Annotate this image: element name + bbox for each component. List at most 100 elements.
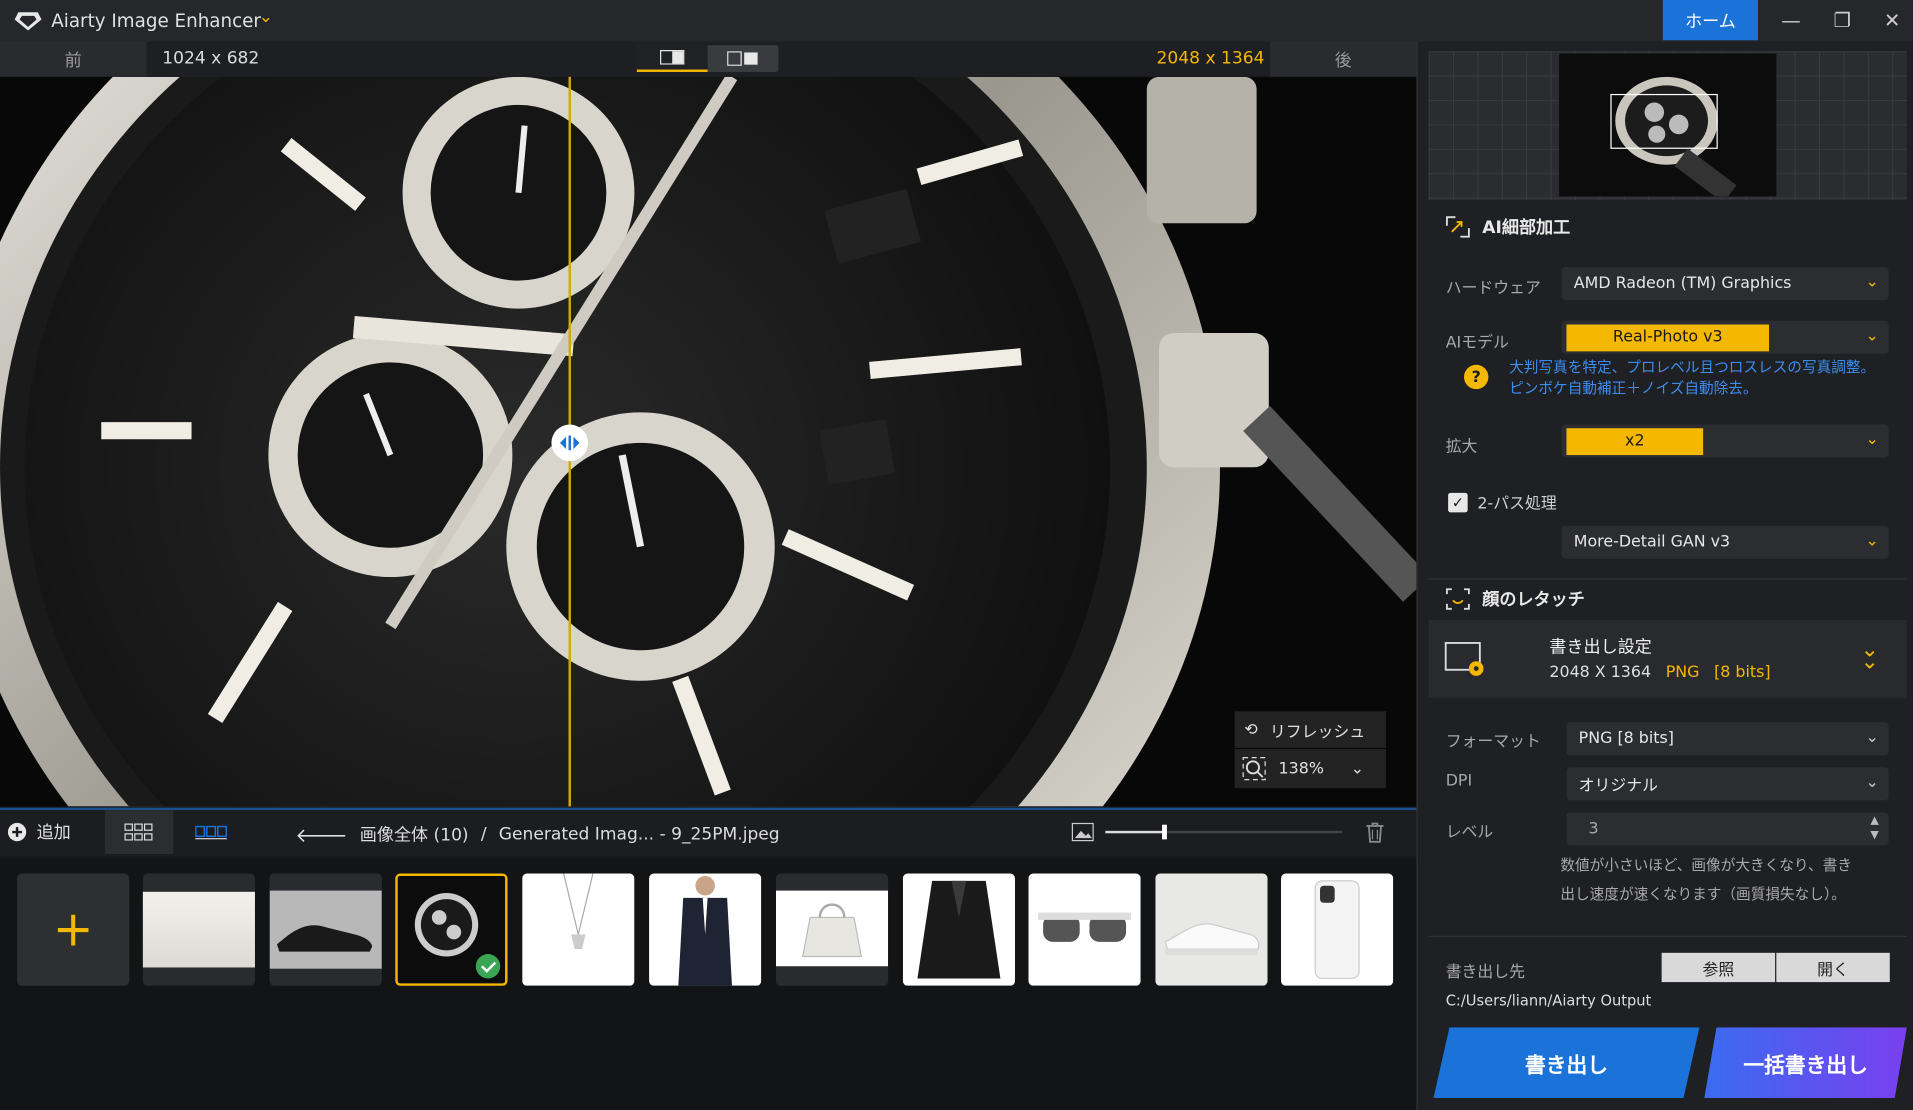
export-settings-icon <box>1444 642 1484 676</box>
refresh-button[interactable]: ⟲ リフレッシュ <box>1234 711 1386 748</box>
settings-panel <box>1416 41 1913 1110</box>
zoom-dropdown[interactable]: 138% ⌄ <box>1234 749 1386 789</box>
split-view-icon[interactable] <box>636 45 708 72</box>
scale-dropdown[interactable]: x2 ⌄ <box>1561 424 1889 458</box>
thumbnail-size-slider[interactable] <box>1071 821 1352 845</box>
minimize-icon[interactable]: — <box>1763 0 1819 40</box>
view-mode-toggle <box>636 45 779 72</box>
format-label: フォーマット <box>1445 733 1541 752</box>
app-menu-chevron-icon[interactable]: ⌄ <box>259 7 273 27</box>
browse-button[interactable]: 参照 <box>1661 952 1776 983</box>
side-by-side-view-icon[interactable] <box>708 45 779 72</box>
chevron-down-icon: ⌄ <box>1865 531 1879 551</box>
destination-path: C:/Users/liann/Aiarty Output <box>1445 991 1652 1009</box>
strip-view-icon[interactable] <box>177 810 245 854</box>
add-label: 追加 <box>36 823 71 844</box>
export-summary: 2048 X 1364 PNG [8 bits] <box>1549 664 1770 682</box>
home-button[interactable]: ホーム <box>1662 0 1759 41</box>
dpi-value: オリジナル <box>1578 777 1658 796</box>
chevron-down-icon: ⌄ <box>1865 728 1879 747</box>
watch-image <box>0 76 1417 807</box>
maximize-icon[interactable]: ❐ <box>1814 0 1870 40</box>
hardware-label: ハードウェア <box>1445 279 1541 298</box>
image-icon <box>1071 822 1094 842</box>
format-value: PNG [8 bits] <box>1578 729 1674 748</box>
back-arrow-icon[interactable]: 🡐 <box>295 822 347 847</box>
ai-model-value: Real-Photo v3 <box>1566 323 1769 351</box>
thumbnail-phone-case[interactable] <box>1281 873 1394 986</box>
two-pass-checkbox[interactable]: ✓ <box>1448 492 1468 512</box>
level-hint-2: 出し速度が速くなります（画質損失なし）。 <box>1560 885 1846 903</box>
ai-detail-section-title[interactable]: AI細部加工 <box>1446 215 1570 239</box>
thumbnail-blank[interactable] <box>142 873 255 986</box>
hardware-value: AMD Radeon (TM) Graphics <box>1573 274 1792 293</box>
face-retouch-section-title[interactable]: 顔のレタッチ <box>1446 587 1585 611</box>
split-handle-icon[interactable] <box>551 424 589 462</box>
divider <box>1428 935 1907 937</box>
scale-value: x2 <box>1566 427 1704 455</box>
add-thumbnail-button[interactable]: + <box>17 873 130 986</box>
breadcrumb-file: Generated Imag... - 9_25PM.jpeg <box>498 824 780 845</box>
export-format: PNG <box>1665 663 1700 682</box>
export-bits: [8 bits] <box>1714 663 1771 682</box>
ai-model-hint-1: 大判写真を特定、プロレベル且つロスレスの写真調整。 <box>1509 358 1876 376</box>
zoom-icon <box>1242 757 1266 781</box>
open-folder-button[interactable]: 開く <box>1776 952 1890 983</box>
export-settings-header[interactable] <box>1428 619 1907 698</box>
refresh-icon: ⟲ <box>1244 720 1258 739</box>
two-pass-model-dropdown[interactable]: More-Detail GAN v3 ⌄ <box>1561 525 1889 559</box>
level-value: 3 <box>1588 819 1599 839</box>
thumbnail-shoes[interactable] <box>269 873 382 986</box>
face-icon <box>1446 588 1470 610</box>
level-label: レベル <box>1445 823 1494 842</box>
thumbnail-sunglasses[interactable] <box>1028 873 1141 986</box>
chevron-down-icon: ⌄ <box>1865 773 1879 792</box>
level-hint-1: 数値が小さいほど、画像が大きくなり、書き <box>1560 856 1852 874</box>
thumbnail-suit[interactable] <box>649 873 762 986</box>
ai-model-label: AIモデル <box>1445 334 1509 353</box>
after-label: 後 <box>1270 41 1417 77</box>
thumbnail-handbag[interactable] <box>775 873 889 986</box>
help-icon[interactable]: ? <box>1464 364 1489 390</box>
chevron-down-icon: ⌄ <box>1865 326 1879 346</box>
chevron-down-icon: ⌄ <box>1865 273 1879 292</box>
app-logo-icon <box>14 12 42 31</box>
image-preview[interactable] <box>0 76 1417 807</box>
app-title: Aiarty Image Enhancer <box>51 9 261 32</box>
level-hint: 数値が小さいほど、画像が大きくなり、書き 出し速度が速くなります（画質損失なし）… <box>1560 850 1851 909</box>
grid-view-icon[interactable] <box>104 810 174 854</box>
zoom-value: 138% <box>1278 759 1324 778</box>
export-resolution: 2048 X 1364 <box>1549 663 1652 682</box>
breadcrumb-all[interactable]: 画像全体 (10) <box>360 822 469 846</box>
export-button[interactable]: 書き出し <box>1433 1027 1700 1098</box>
navigator-viewport-frame[interactable] <box>1610 93 1718 149</box>
double-chevron-down-icon[interactable]: ⌄ ⌄ <box>1861 639 1879 673</box>
thumbnail-watch[interactable] <box>395 873 508 986</box>
source-resolution: 1024 x 682 <box>162 48 260 69</box>
trash-icon[interactable] <box>1363 820 1387 849</box>
scale-label: 拡大 <box>1445 437 1478 457</box>
thumbnail-sneaker[interactable] <box>1155 873 1268 986</box>
level-stepper[interactable]: 3 ▲ ▼ <box>1566 812 1889 846</box>
face-retouch-title: 顔のレタッチ <box>1482 590 1585 610</box>
two-pass-option: ✓ 2-パス処理 <box>1448 490 1557 514</box>
stepper-arrows-icon[interactable]: ▲ ▼ <box>1870 814 1878 843</box>
close-icon[interactable]: ✕ <box>1864 0 1913 40</box>
dpi-dropdown[interactable]: オリジナル ⌄ <box>1566 767 1889 801</box>
add-image-button[interactable]: 追加 <box>7 820 71 844</box>
divider <box>1428 578 1907 580</box>
thumbnail-necklace[interactable] <box>522 873 635 986</box>
breadcrumb: 🡐 画像全体 (10) / Generated Imag... - 9_25PM… <box>295 822 780 847</box>
batch-export-button[interactable]: 一括書き出し <box>1704 1027 1907 1098</box>
format-dropdown[interactable]: PNG [8 bits] ⌄ <box>1566 722 1889 756</box>
ai-detail-title: AI細部加工 <box>1482 218 1571 238</box>
two-pass-model-value: More-Detail GAN v3 <box>1573 533 1731 552</box>
hardware-dropdown[interactable]: AMD Radeon (TM) Graphics ⌄ <box>1561 267 1889 301</box>
enhance-icon <box>1446 216 1470 238</box>
ai-model-dropdown[interactable]: Real-Photo v3 ⌄ <box>1561 320 1889 354</box>
chevron-down-icon: ⌄ <box>1350 759 1365 778</box>
thumbnail-jacket[interactable] <box>902 873 1016 986</box>
before-label: 前 <box>0 41 147 77</box>
breadcrumb-separator: / <box>480 824 487 845</box>
refresh-label: リフレッシュ <box>1269 722 1366 742</box>
